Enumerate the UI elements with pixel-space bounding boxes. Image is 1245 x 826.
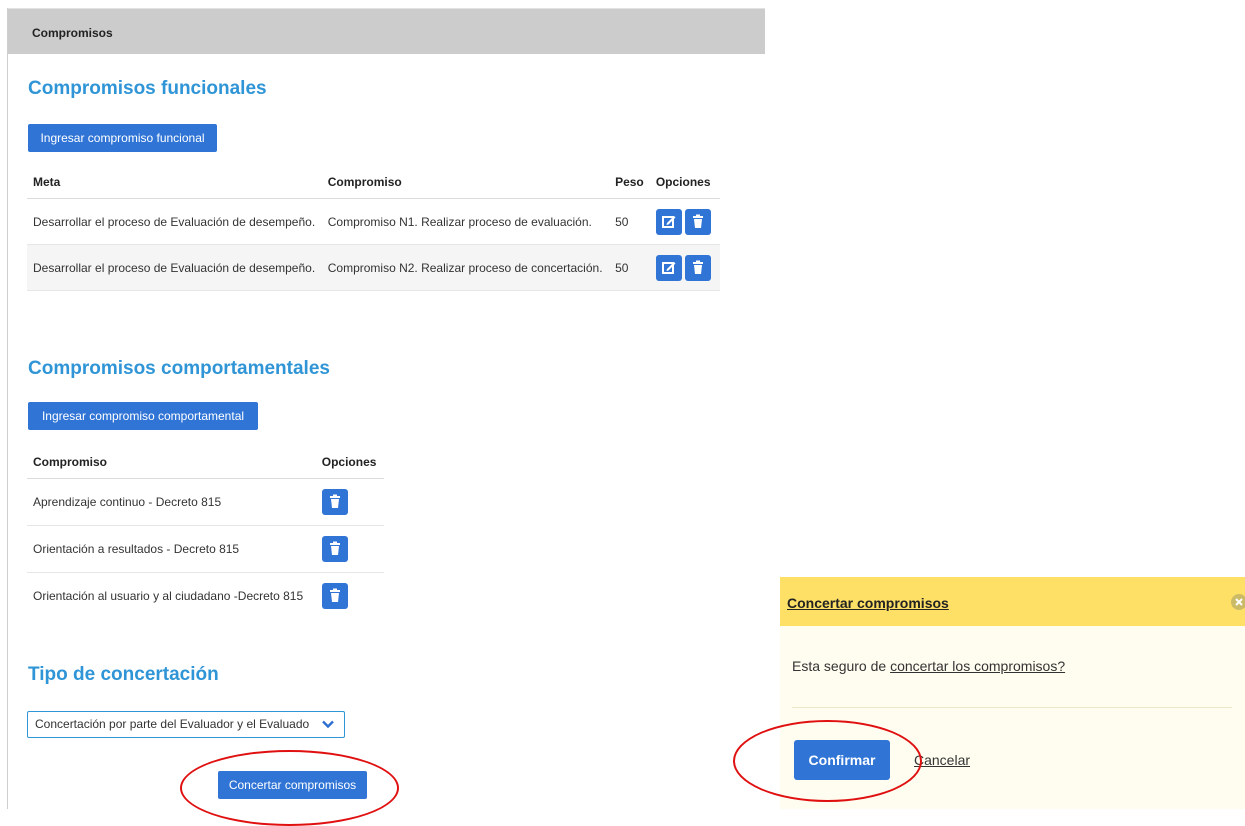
annotation-circle-submit: [180, 750, 399, 826]
cell-options: [315, 478, 384, 526]
cell-meta: Desarrollar el proceso de Evaluación de …: [27, 244, 322, 291]
edit-button[interactable]: [655, 254, 682, 281]
select-value: Concertación por parte del Evaluador y e…: [35, 717, 310, 731]
trash-icon: [692, 214, 703, 228]
concertation-type-select[interactable]: Concertación por parte del Evaluador y e…: [27, 711, 345, 738]
cell-options: [649, 244, 720, 291]
cell-peso: 50: [609, 198, 650, 245]
panel-title: Compromisos: [32, 26, 113, 40]
cell-options: [316, 573, 384, 620]
page-left-border: [7, 8, 8, 809]
trash-icon: [329, 541, 340, 555]
dialog-header: Concertar compromisos: [780, 577, 1245, 626]
add-behavioral-commitment-button[interactable]: Ingresar compromiso comportamental: [28, 402, 258, 430]
delete-button[interactable]: [684, 254, 711, 281]
edit-icon: [661, 215, 676, 228]
column-header-meta: Meta: [27, 166, 322, 199]
panel-header: Compromisos: [8, 8, 765, 54]
column-header-compromiso: Compromiso: [321, 166, 610, 199]
cell-options: [315, 525, 384, 573]
cell-compromiso: Compromiso N2. Realizar proceso de conce…: [321, 244, 610, 291]
edit-icon: [661, 261, 676, 274]
table-row: Desarrollar el proceso de Evaluación de …: [27, 198, 720, 245]
dialog-title: Concertar compromisos: [787, 595, 949, 611]
table-row: Aprendizaje continuo - Decreto 815: [27, 478, 384, 526]
delete-button[interactable]: [684, 208, 711, 235]
delete-button[interactable]: [321, 489, 348, 515]
behavioral-commitments-table: Compromiso Opciones Aprendizaje continuo…: [27, 446, 384, 620]
cell-meta: Desarrollar el proceso de Evaluación de …: [27, 198, 322, 245]
table-row: Orientación a resultados - Decreto 815: [27, 525, 384, 573]
dialog-message-link: concertar los compromisos?: [890, 658, 1066, 674]
section-title-funcionales: Compromisos funcionales: [28, 78, 267, 99]
close-icon[interactable]: [1231, 594, 1245, 610]
delete-button[interactable]: [321, 583, 348, 610]
dialog-divider: [792, 707, 1232, 708]
cell-options: [649, 198, 720, 245]
table-row: Desarrollar el proceso de Evaluación de …: [27, 244, 720, 291]
cell-compromiso: Compromiso N1. Realizar proceso de evalu…: [321, 198, 610, 245]
trash-icon: [329, 494, 340, 508]
trash-icon: [692, 260, 703, 274]
cell-peso: 50: [609, 244, 650, 291]
cell-compromiso: Aprendizaje continuo - Decreto 815: [27, 478, 316, 526]
column-header-opciones: Opciones: [649, 166, 720, 199]
functional-commitments-table: Meta Compromiso Peso Opciones Desarrolla…: [27, 166, 720, 291]
section-title-comportamentales: Compromisos comportamentales: [28, 358, 330, 379]
add-functional-commitment-button[interactable]: Ingresar compromiso funcional: [28, 124, 217, 152]
edit-button[interactable]: [655, 208, 682, 235]
section-title-concertacion: Tipo de concertación: [28, 664, 219, 685]
cell-compromiso: Orientación al usuario y al ciudadano -D…: [33, 589, 304, 604]
column-header-opciones: Opciones: [315, 446, 384, 479]
column-header-peso: Peso: [609, 166, 650, 199]
dialog-message: Esta seguro de concertar los compromisos…: [792, 658, 1066, 674]
cell-compromiso: Orientación a resultados - Decreto 815: [27, 525, 316, 573]
table-row: Orientación al usuario y al ciudadano -D…: [27, 573, 384, 620]
trash-icon: [329, 588, 340, 603]
chevron-down-icon: [322, 720, 334, 729]
cancel-link[interactable]: Cancelar: [914, 752, 970, 768]
annotation-circle-confirm: [733, 720, 922, 802]
column-header-compromiso: Compromiso: [27, 446, 316, 479]
delete-button[interactable]: [321, 536, 348, 562]
